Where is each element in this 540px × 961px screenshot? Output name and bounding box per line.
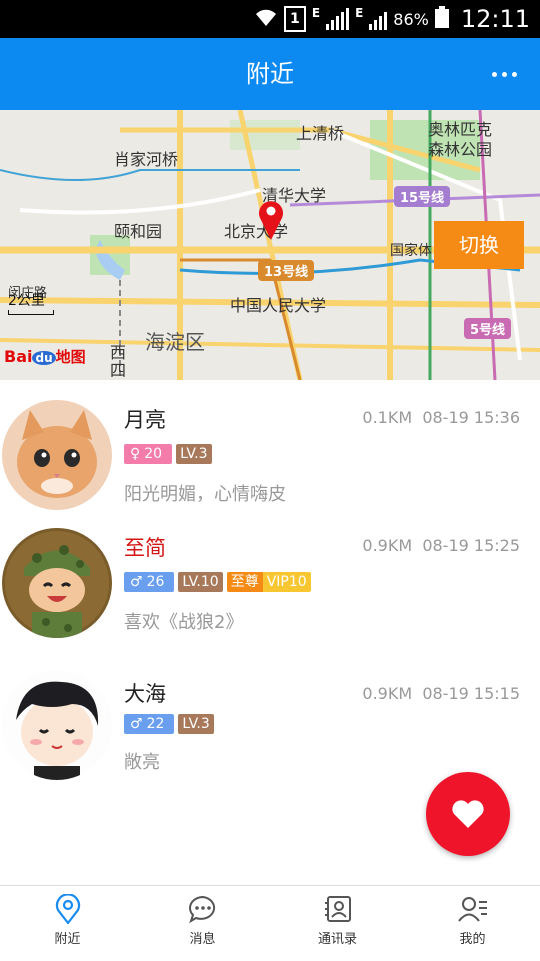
tab-me[interactable]: 我的 <box>405 886 540 961</box>
user-name: 至简 <box>124 536 166 560</box>
location-pin-icon <box>55 894 80 924</box>
user-bio: 阳光明媚，心情嗨皮 <box>124 484 286 505</box>
user-badges: ♂ 26 LV.10 至尊 VIP10 <box>124 572 311 592</box>
bottom-tab-bar: 附近 消息 通讯录 我的 <box>0 885 540 961</box>
tab-label: 我的 <box>459 932 486 947</box>
battery-icon <box>434 6 449 32</box>
user-badges: ♂ 22 LV.3 <box>124 714 214 734</box>
more-dots-icon <box>491 71 497 77</box>
user-time: 08-19 15:15 <box>422 684 520 703</box>
user-list-item[interactable]: 至简 0.9KM 08-19 15:25 ♂ 26 LV.10 至尊 VIP10 喜… <box>0 520 540 650</box>
switch-button[interactable]: 切换 <box>434 221 524 269</box>
page-title: 附近 <box>246 60 294 88</box>
avatar <box>2 528 112 638</box>
level-badge: LV.3 <box>178 714 214 734</box>
map-label-xisi: 西四 <box>110 343 127 380</box>
contacts-icon <box>324 896 351 922</box>
tab-nearby[interactable]: 附近 <box>0 886 135 961</box>
tab-label: 通讯录 <box>317 932 357 947</box>
user-bio: 敞亮 <box>124 752 160 773</box>
male-icon: ♂ <box>130 574 143 590</box>
map-view[interactable]: 上清桥 奥林匹克森林公园 肖家河桥 清华大学 15号线 颐和园 北京大学 国家体… <box>0 110 540 380</box>
map-badge-line13: 13号线 <box>258 260 315 281</box>
user-distance: 0.9KM <box>362 684 413 703</box>
baidu-map-logo: Bai du 地图 <box>4 347 86 366</box>
sim-indicator: 1 <box>283 6 306 32</box>
clock: 12:11 <box>460 5 530 33</box>
male-icon: ♂ <box>130 716 143 732</box>
map-label-shangqingqiao: 上清桥 <box>296 124 345 143</box>
map-label-haidian: 海淀区 <box>145 330 205 354</box>
signal-icon <box>326 8 350 30</box>
level-badge: LV.3 <box>176 444 212 464</box>
tab-contacts[interactable]: 通讯录 <box>270 886 405 961</box>
status-bar: 1 E E 86% 12:11 <box>0 0 540 38</box>
tab-label: 消息 <box>189 932 216 947</box>
user-time: 08-19 15:36 <box>422 408 520 427</box>
map-label-xiaojiahe: 肖家河桥 <box>114 150 179 169</box>
map-label-renmin: 中国人民大学 <box>230 296 327 315</box>
map-scale: 2公里 <box>8 293 45 309</box>
user-distance: 0.1KM <box>362 408 413 427</box>
like-fab-button[interactable] <box>426 772 510 856</box>
user-badges: ♀ 20 LV.3 <box>124 444 212 464</box>
map-label-olympic-park: 奥林匹克森林公园 <box>428 120 493 159</box>
user-distance-time: 0.9KM 08-19 15:15 <box>362 684 520 703</box>
map-badge-line15: 15号线 <box>394 186 451 207</box>
avatar <box>2 400 112 510</box>
level-badge: LV.10 <box>178 572 223 592</box>
network-type-1: E <box>311 6 321 20</box>
map-scale-bar <box>8 310 54 315</box>
user-distance-time: 0.1KM 08-19 15:36 <box>362 408 520 427</box>
vip-badge: 至尊 VIP10 <box>226 572 311 592</box>
user-name: 大海 <box>124 682 166 706</box>
user-bio: 喜欢《战狼2》 <box>124 612 244 633</box>
gender-age-badge: ♂ 22 <box>124 714 175 734</box>
user-time: 08-19 15:25 <box>422 536 520 555</box>
gender-age-badge: ♀ 20 <box>124 444 173 464</box>
gender-age-badge: ♂ 26 <box>124 572 175 592</box>
avatar <box>2 670 112 780</box>
battery-percent: 86% <box>393 9 429 29</box>
user-name: 月亮 <box>124 408 166 432</box>
user-distance: 0.9KM <box>362 536 413 555</box>
signal-icon-2 <box>369 8 388 30</box>
map-label-guojiati: 国家体 <box>390 243 432 259</box>
tab-label: 附近 <box>54 932 81 947</box>
app-bar: 附近 <box>0 38 540 110</box>
map-label-summer-palace: 颐和园 <box>114 222 163 241</box>
more-menu-button[interactable] <box>486 60 522 88</box>
tab-messages[interactable]: 消息 <box>135 886 270 961</box>
chat-bubble-icon <box>188 895 215 924</box>
female-icon: ♀ <box>130 446 141 462</box>
user-distance-time: 0.9KM 08-19 15:25 <box>362 536 520 555</box>
user-icon <box>457 897 487 922</box>
user-list-item[interactable]: 月亮 0.1KM 08-19 15:36 ♀ 20 LV.3 阳光明媚，心情嗨皮 <box>0 392 540 522</box>
network-type-2: E <box>355 6 364 20</box>
wifi-icon <box>254 6 278 32</box>
map-badge-line5: 5号线 <box>464 318 512 339</box>
heart-icon <box>452 800 484 828</box>
